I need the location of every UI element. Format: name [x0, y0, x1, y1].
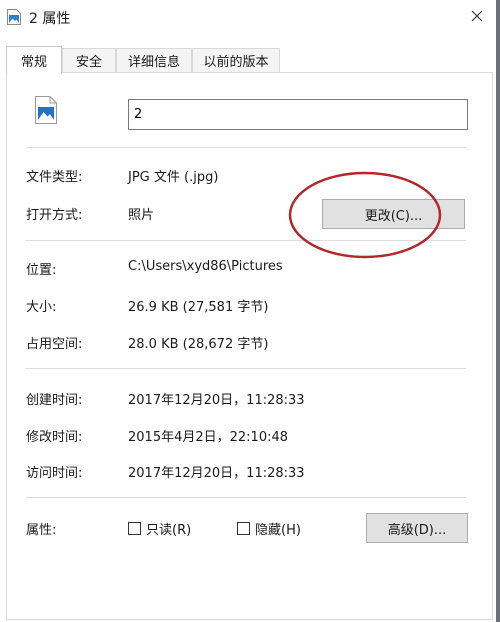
image-file-icon [35, 96, 57, 124]
location-label: 位置: [26, 263, 57, 278]
readonly-label[interactable]: 只读(R) [146, 519, 191, 538]
opens-with-label: 打开方式: [26, 208, 83, 223]
separator [26, 240, 466, 241]
attributes-label: 属性: [26, 523, 57, 538]
modified-value: 2015年4月2日，22:10:48 [128, 430, 289, 445]
hidden-checkbox[interactable] [237, 522, 250, 535]
tab-details[interactable]: 详细信息 [116, 48, 192, 72]
created-label: 创建时间: [26, 393, 83, 408]
background-edge [496, 0, 500, 622]
tab-security[interactable]: 安全 [62, 48, 116, 72]
location-value: C:\Users\xyd86\Pictures [128, 259, 283, 274]
size-on-disk-label: 占用空间: [26, 337, 83, 352]
tab-previous-versions[interactable]: 以前的版本 [192, 48, 280, 72]
tab-strip: 常规 安全 详细信息 以前的版本 [6, 46, 492, 74]
file-name-input[interactable] [128, 99, 468, 130]
close-icon [471, 10, 483, 22]
hidden-label[interactable]: 隐藏(H) [255, 519, 301, 538]
created-value: 2017年12月20日，11:28:33 [128, 393, 305, 408]
change-button[interactable]: 更改(C)... [322, 199, 465, 229]
file-type-label: 文件类型: [26, 170, 83, 185]
separator [26, 368, 466, 369]
separator [26, 147, 466, 148]
size-label: 大小: [26, 300, 57, 315]
size-on-disk-value: 28.0 KB (28,672 字节) [128, 337, 269, 352]
image-file-icon [7, 9, 21, 25]
separator [26, 497, 466, 498]
accessed-value: 2017年12月20日，11:28:33 [128, 466, 305, 481]
window-title: 2 属性 [29, 11, 71, 27]
advanced-button[interactable]: 高级(D)... [366, 513, 468, 543]
size-value: 26.9 KB (27,581 字节) [128, 300, 269, 315]
opens-with-value: 照片 [128, 208, 155, 223]
readonly-checkbox[interactable] [128, 522, 141, 535]
title-bar: 2 属性 [0, 0, 496, 34]
accessed-label: 访问时间: [26, 466, 83, 481]
file-type-value: JPG 文件 (.jpg) [128, 170, 219, 185]
close-button[interactable] [464, 4, 490, 28]
tab-general[interactable]: 常规 [6, 46, 62, 74]
modified-label: 修改时间: [26, 430, 83, 445]
